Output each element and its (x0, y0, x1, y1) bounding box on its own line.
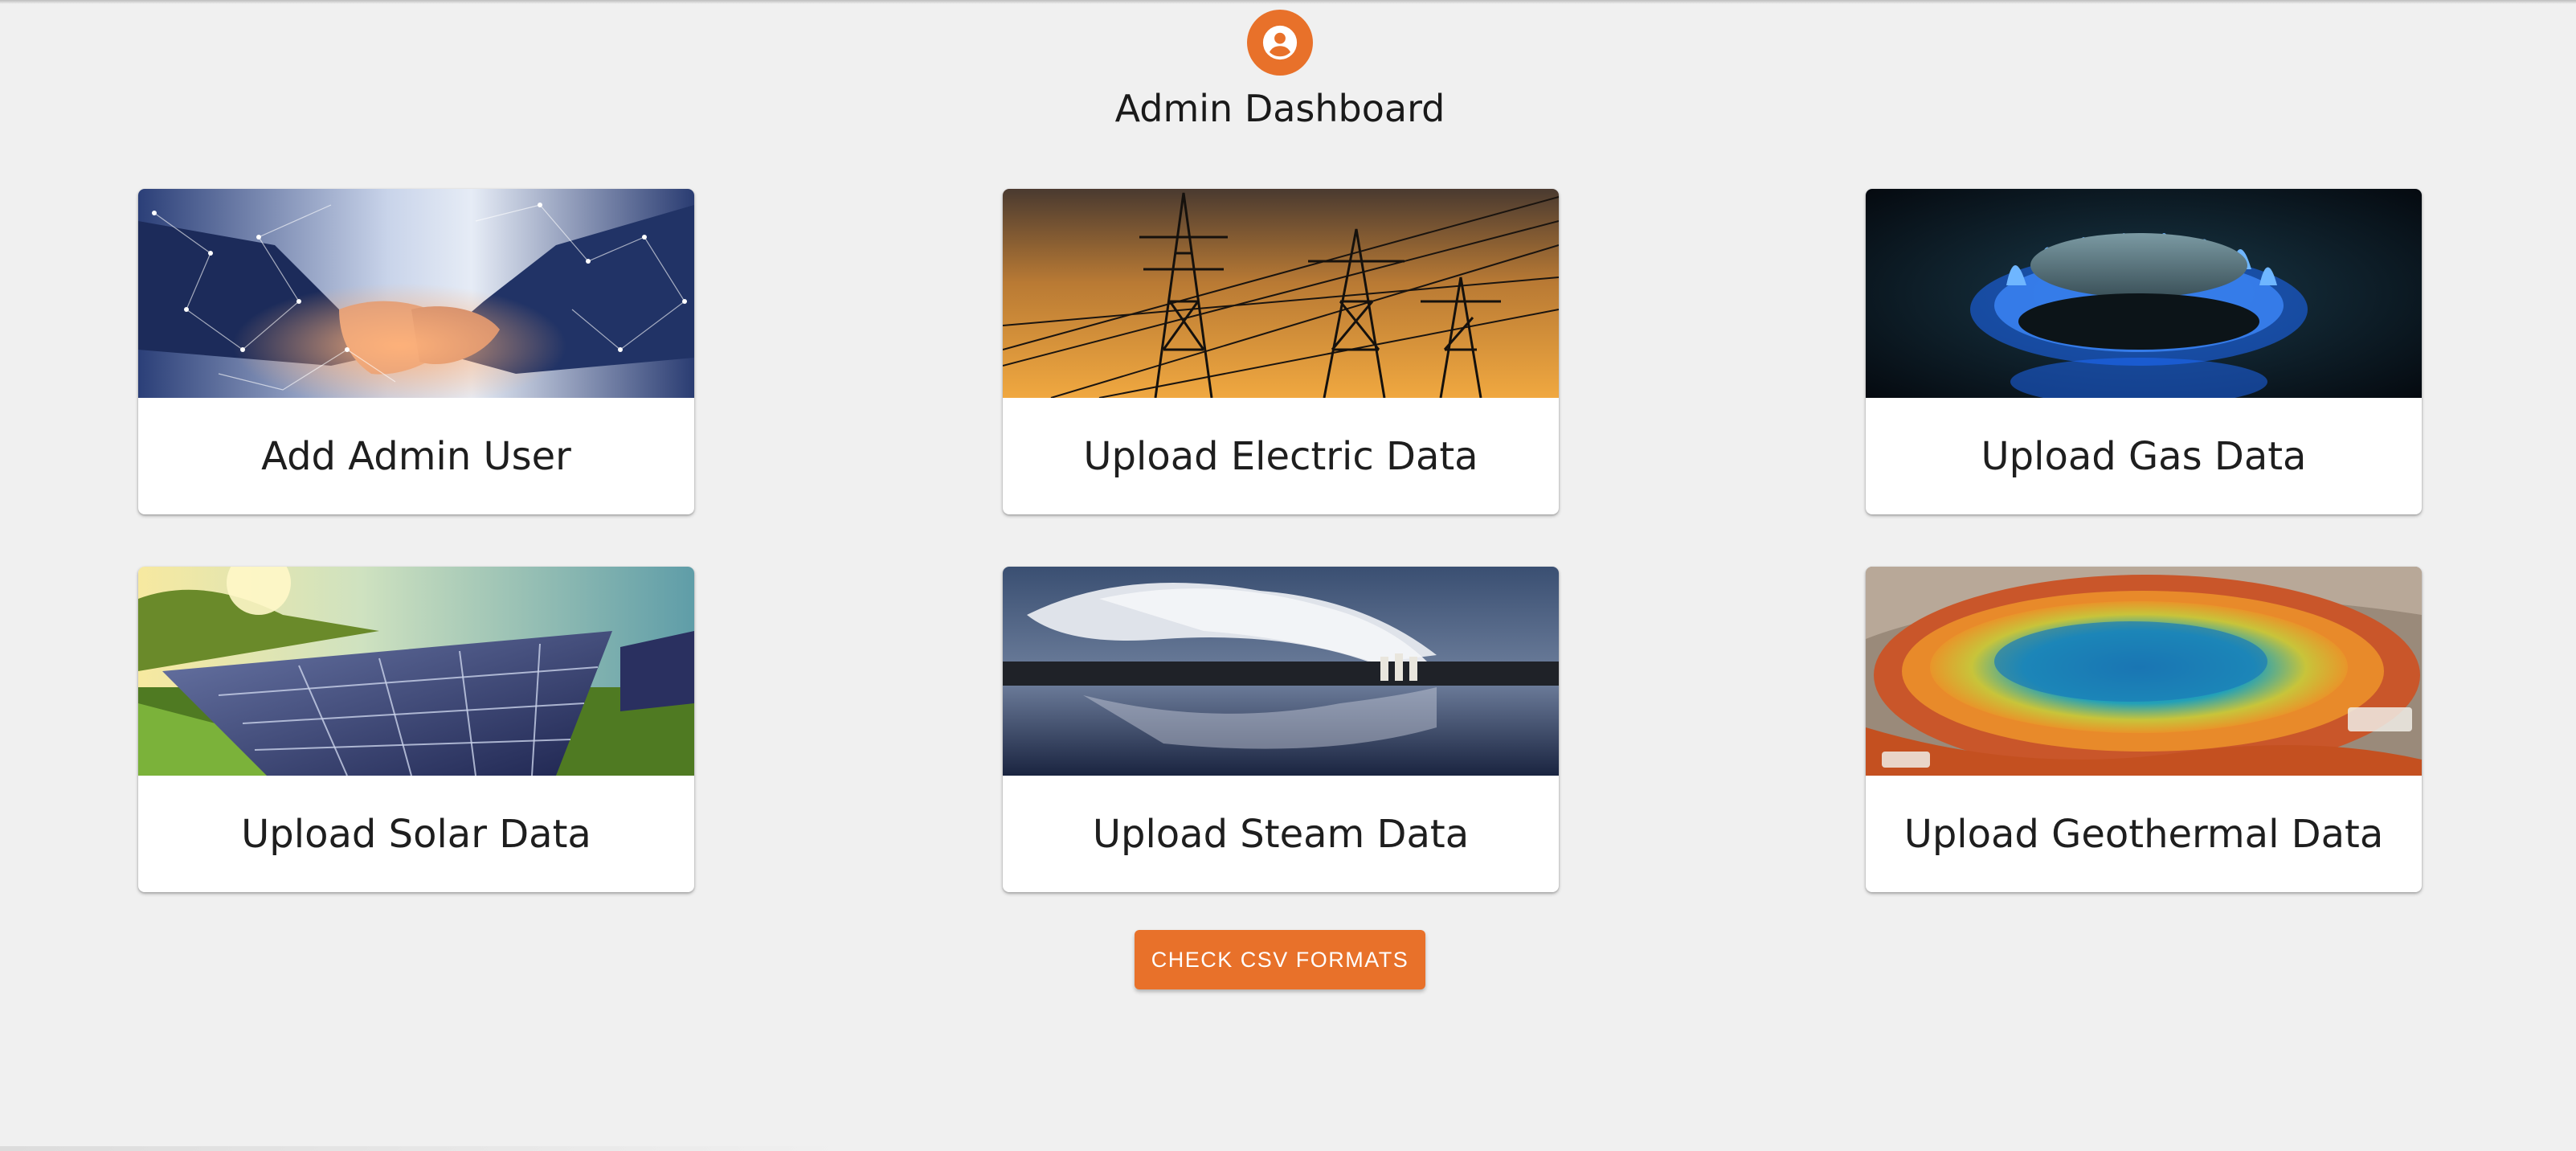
card-upload-steam-data[interactable]: Upload Steam Data (1003, 567, 1559, 892)
card-label: Upload Electric Data (1083, 433, 1478, 479)
card-label: Upload Solar Data (241, 811, 591, 857)
check-csv-formats-button[interactable]: CHECK CSV FORMATS (1135, 930, 1425, 989)
handshake-network-image (138, 189, 694, 398)
card-label: Upload Gas Data (1981, 433, 2307, 479)
geothermal-spring-image (1866, 567, 2422, 776)
bottom-scroll-shadow (0, 1146, 852, 1151)
gas-burner-flame-image (1866, 189, 2422, 398)
page-title: Admin Dashboard (1114, 87, 1445, 130)
card-upload-solar-data[interactable]: Upload Solar Data (138, 567, 694, 892)
card-upload-geothermal-data[interactable]: Upload Geothermal Data (1866, 567, 2422, 892)
card-label: Upload Geothermal Data (1903, 811, 2384, 857)
top-shadow (0, 0, 2576, 4)
steam-plant-lake-image (1003, 567, 1559, 776)
avatar[interactable] (1247, 10, 1313, 76)
power-lines-sunset-image (1003, 189, 1559, 398)
card-label: Upload Steam Data (1092, 811, 1470, 857)
card-upload-gas-data[interactable]: Upload Gas Data (1866, 189, 2422, 514)
card-add-admin-user[interactable]: Add Admin User (138, 189, 694, 514)
card-grid: Add Admin User Upload Electric Data Uplo… (138, 189, 2422, 892)
account-circle-icon (1262, 25, 1298, 60)
solar-panels-field-image (138, 567, 694, 776)
card-upload-electric-data[interactable]: Upload Electric Data (1003, 189, 1559, 514)
card-label: Add Admin User (261, 433, 571, 479)
